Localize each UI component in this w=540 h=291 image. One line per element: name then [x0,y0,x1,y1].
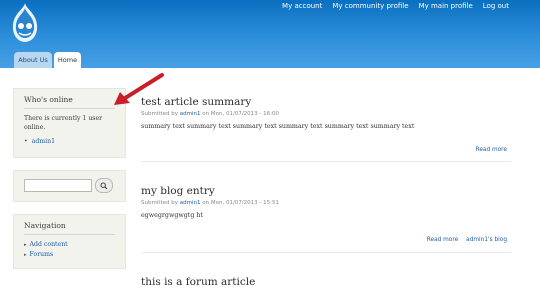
node-submitted: Submitted by admin1 on Mon, 01/07/2013 -… [141,111,511,117]
navigation-list: Add content Forums [14,235,125,265]
node-teaser: this is a forum article [141,276,511,291]
author-link[interactable]: admin1 [180,111,201,117]
node-title-link[interactable]: my blog entry [141,185,511,197]
read-more-link[interactable]: Read more [476,147,507,153]
node-teaser: test article summary Submitted by admin1… [141,96,511,166]
search-icon [100,182,108,189]
nav-item-forums[interactable]: Forums [24,250,115,260]
submitted-prefix: Submitted by [141,111,179,117]
search-input[interactable] [24,179,92,192]
node-separator [141,252,511,253]
node-title-link[interactable]: this is a forum article [141,276,511,288]
search-block [13,170,126,202]
node-links: Read more [476,147,507,153]
submitted-date: on Mon, 01/07/2013 - 16:00 [202,111,280,117]
submitted-date: on Mon, 01/07/2013 - 15:51 [202,200,280,206]
node-title-link[interactable]: test article summary [141,96,511,108]
node-teaser: my blog entry Submitted by admin1 on Mon… [141,185,511,255]
main-menu-tabs: About Us Home [14,52,81,68]
navigation-title: Navigation [24,221,66,230]
annotation-arrow-icon [114,73,164,105]
my-account-link[interactable]: My account [282,0,322,12]
drupal-logo-icon[interactable] [10,2,40,44]
nav-item-add-content[interactable]: Add content [24,240,115,250]
node-links: Read more admin1's blog [427,237,507,243]
node-submitted: Submitted by admin1 on Mon, 01/07/2013 -… [141,200,511,206]
blog-link[interactable]: admin1's blog [466,237,507,243]
my-main-profile-link[interactable]: My main profile [419,0,473,12]
submitted-prefix: Submitted by [141,200,179,206]
secondary-menu: My account My community profile My main … [282,0,509,12]
whos-online-text: There is currently 1 user online. [24,115,103,131]
tab-home[interactable]: Home [54,52,81,68]
my-community-profile-link[interactable]: My community profile [332,0,408,12]
search-button[interactable] [95,178,113,193]
node-separator [141,161,511,162]
online-user-link[interactable]: admin1 [24,138,115,145]
navigation-block: Navigation Add content Forums [13,214,126,269]
node-body: summary text summary text summary text s… [141,123,415,130]
site-header: My account My community profile My main … [0,0,540,68]
node-body: egwegrgwgwgtg ht [141,212,203,219]
author-link[interactable]: admin1 [180,200,201,206]
read-more-link[interactable]: Read more [427,237,458,243]
tab-about-us[interactable]: About Us [14,52,52,68]
log-out-link[interactable]: Log out [483,0,509,12]
online-users-list: admin1 [14,132,125,151]
